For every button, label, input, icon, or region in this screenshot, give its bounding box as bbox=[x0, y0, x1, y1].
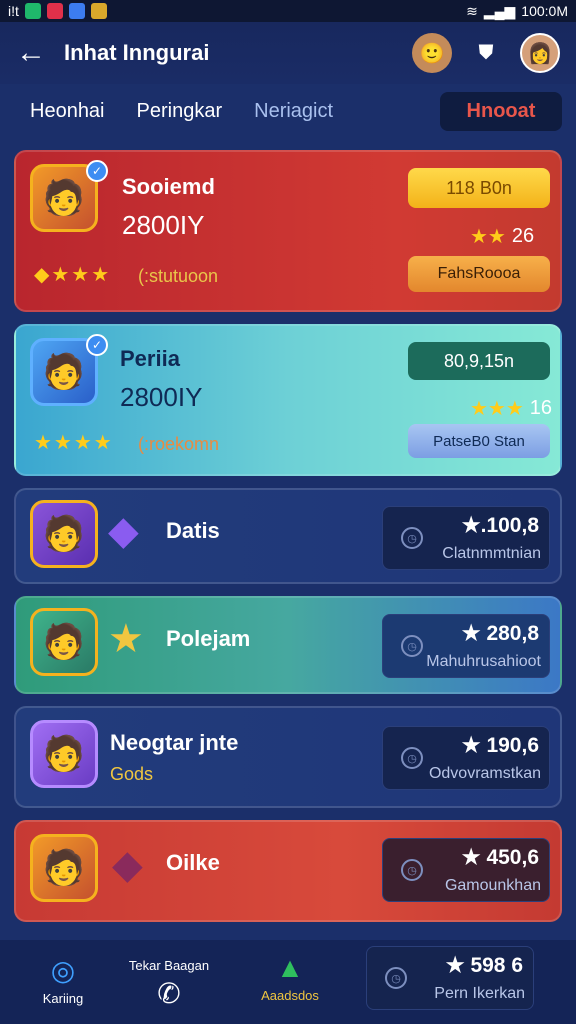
status-left-text: i!t bbox=[8, 3, 19, 19]
player-name: Datis bbox=[166, 518, 220, 543]
reward-pill: 80,9,15n bbox=[408, 342, 550, 380]
page-title: Inhat Inngurai bbox=[64, 40, 210, 65]
player-avatar: 🧑 bbox=[30, 500, 98, 568]
rank-icon: ◷ bbox=[401, 859, 423, 881]
player-name: Oilke bbox=[166, 850, 220, 875]
app-header: ← Inhat Inngurai 🙂 ⛊ 👩 bbox=[0, 22, 576, 84]
rank-box: ◷ ★ 450,6 Gamounkhan bbox=[382, 838, 550, 902]
star-count: ★★★ 16 bbox=[470, 396, 552, 421]
star-gem-icon: ★ bbox=[108, 617, 144, 661]
star-count: ★★ 26 bbox=[470, 224, 534, 249]
star-count-value: 26 bbox=[511, 225, 535, 247]
tab-bar: Heonhai Peringkar Neriagict Hnooat bbox=[14, 90, 562, 132]
tab-peringkar[interactable]: Peringkar bbox=[121, 92, 239, 131]
player-avatar: 🧑 bbox=[30, 608, 98, 676]
rank-icon: ◷ bbox=[401, 527, 423, 549]
leaderboard-card-2[interactable]: 🧑 ✓ Periia 2800IY ★★★★ (:roekomn 80,9,15… bbox=[14, 324, 562, 476]
player-name: Periia bbox=[120, 346, 180, 371]
nav-phone-label: Tekar Baagan bbox=[128, 958, 210, 973]
rank-label: Mahuhrusahioot bbox=[426, 653, 541, 670]
ghost-icon: ▲ bbox=[276, 952, 304, 983]
status-bar: i!t ≋ ▂▄▆ 100:0M bbox=[0, 0, 576, 22]
rank-score: ★.100,8 bbox=[461, 514, 539, 537]
nav-ranking-label: Kariing bbox=[42, 991, 84, 1006]
rank-box: ◷ ★.100,8 Clatnmmtnian bbox=[382, 506, 550, 570]
rank-score: ★ 280,8 bbox=[461, 622, 539, 645]
rank-score: ★ 450,6 bbox=[461, 846, 539, 869]
user-avatar[interactable]: 👩 bbox=[520, 33, 560, 73]
rank-box: ◷ ★ 190,6 Odvovramstkan bbox=[382, 726, 550, 790]
player-avatar: 🧑 bbox=[30, 720, 98, 788]
tab-hnooat-active[interactable]: Hnooat bbox=[440, 91, 562, 131]
rank-score: ★ 190,6 bbox=[461, 734, 539, 757]
app-notification-icon bbox=[68, 3, 85, 19]
nav-ranking[interactable]: ◎ Kariing bbox=[28, 954, 98, 1006]
rank-label: Odvovramstkan bbox=[428, 765, 541, 782]
player-name: Polejam bbox=[166, 626, 251, 651]
leaderboard-card-6[interactable]: 🧑 ◆ Oilke ◷ ★ 450,6 Gamounkhan bbox=[14, 820, 562, 922]
app-notification-icon bbox=[90, 3, 107, 19]
leaderboard-card-4[interactable]: 🧑 ★ Polejam ◷ ★ 280,8 Mahuhrusahioot bbox=[14, 596, 562, 694]
action-button[interactable]: PatseB0 Stan bbox=[408, 424, 550, 458]
gem-icon: ◆ bbox=[108, 509, 139, 553]
tab-heonhai[interactable]: Heonhai bbox=[14, 92, 121, 131]
rating-stars-icon: ◆★★★ bbox=[34, 264, 112, 286]
player-sub-label: (:roekomn bbox=[138, 434, 220, 454]
signal-icon: ▂▄▆ bbox=[483, 2, 516, 19]
action-button[interactable]: FahsRoooa bbox=[408, 256, 550, 292]
gem-icon: ◆ bbox=[112, 843, 143, 887]
reward-pill: 118 B0n bbox=[408, 168, 550, 208]
app-notification-icon bbox=[24, 3, 41, 19]
star-icon: ★★ bbox=[470, 226, 506, 248]
inbox-icon[interactable]: ⛊ bbox=[466, 33, 506, 73]
rank-box: ◷ ★ 280,8 Mahuhrusahioot bbox=[382, 614, 550, 678]
rank-label: Gamounkhan bbox=[444, 877, 541, 894]
player-name: Sooiemd bbox=[122, 174, 215, 199]
clock-text: 100:0M bbox=[521, 3, 568, 19]
nav-add[interactable]: ▲ Aaadsdos bbox=[252, 952, 328, 1003]
back-arrow-icon[interactable]: ← bbox=[16, 36, 52, 70]
leaderboard-card-5[interactable]: 🧑 Neogtar jnte Gods ◷ ★ 190,6 Odvovramst… bbox=[14, 706, 562, 808]
player-avatar: 🧑 bbox=[30, 834, 98, 902]
verified-badge-icon: ✓ bbox=[86, 160, 108, 182]
rank-icon: ◷ bbox=[401, 747, 423, 769]
bottom-nav-bar: ◎ Kariing Tekar Baagan ✆ ▲ Aaadsdos ◷ ★ … bbox=[0, 940, 576, 1024]
ring-icon: ◎ bbox=[50, 955, 76, 986]
rank-label: Clatnmmtnian bbox=[442, 545, 541, 562]
star-count-value: 16 bbox=[529, 397, 553, 419]
nav-add-label: Aaadsdos bbox=[261, 988, 319, 1003]
player-name: Neogtar jnte bbox=[110, 730, 239, 755]
player-sub-label: (:stutuoon bbox=[138, 266, 219, 286]
rank-box: ◷ ★ 598 6 Pern Ikerkan bbox=[366, 946, 534, 1010]
player-sub-label: Gods bbox=[110, 764, 154, 784]
rank-label: Pern Ikerkan bbox=[434, 985, 525, 1002]
rating-stars-icon: ★★★★ bbox=[34, 432, 114, 454]
nav-phone[interactable]: Tekar Baagan ✆ bbox=[114, 958, 224, 1014]
app-notification-icon bbox=[46, 3, 63, 19]
rank-score: ★ 598 6 bbox=[445, 954, 523, 977]
star-icon: ★★★ bbox=[470, 398, 524, 420]
leaderboard-card-3[interactable]: 🧑 ◆ Datis ◷ ★.100,8 Clatnmmtnian bbox=[14, 488, 562, 584]
player-score: 2800IY bbox=[122, 210, 205, 240]
tab-neriagict[interactable]: Neriagict bbox=[238, 92, 349, 131]
rank-icon: ◷ bbox=[385, 967, 407, 989]
verified-badge-icon: ✓ bbox=[86, 334, 108, 356]
profile-avatar-icon[interactable]: 🙂 bbox=[412, 33, 452, 73]
rank-icon: ◷ bbox=[401, 635, 423, 657]
leaderboard-card-1[interactable]: 🧑 ✓ Sooiemd 2800IY ◆★★★ (:stutuoon 118 B… bbox=[14, 150, 562, 312]
player-score: 2800IY bbox=[120, 382, 203, 412]
phone-icon: ✆ bbox=[157, 978, 181, 1009]
wifi-icon: ≋ bbox=[466, 2, 478, 19]
